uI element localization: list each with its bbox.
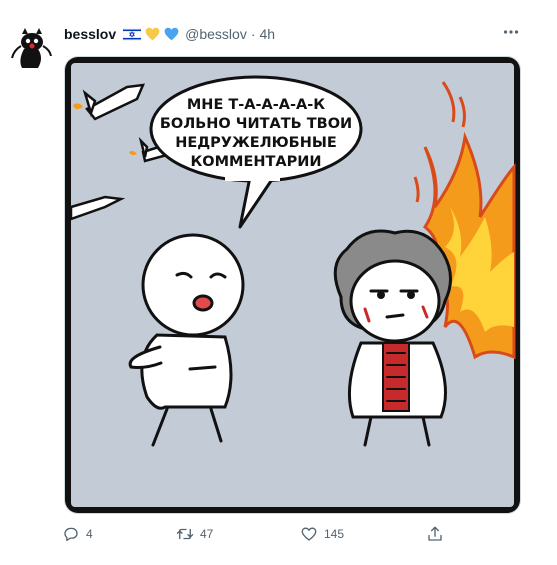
retweet-count: 47 bbox=[200, 527, 214, 541]
share-icon bbox=[428, 526, 442, 541]
avatar[interactable] bbox=[8, 24, 54, 70]
cat-avatar-icon bbox=[8, 24, 54, 70]
speech-line-3: НЕДРУЖЕЛЮБНЫЕ bbox=[175, 135, 337, 151]
speech-line-4: КОММЕНТАРИИ bbox=[190, 154, 321, 170]
reply-icon bbox=[64, 527, 78, 542]
speech-line-2: БОЛЬНО ЧИТАТЬ ТВОИ bbox=[160, 116, 352, 132]
user-handle[interactable]: @besslov bbox=[185, 26, 247, 42]
tweet-actions: 4 47 145 bbox=[62, 522, 462, 546]
reply-count: 4 bbox=[86, 527, 93, 541]
separator-dot: · bbox=[250, 26, 256, 42]
retweet-icon bbox=[176, 528, 194, 540]
display-name[interactable]: besslov bbox=[64, 26, 116, 42]
tweet-time[interactable]: 4h bbox=[260, 26, 276, 42]
like-count: 145 bbox=[324, 527, 345, 541]
yellow-heart-icon bbox=[145, 27, 160, 41]
reply-button[interactable]: 4 bbox=[62, 522, 93, 546]
like-icon bbox=[301, 527, 317, 541]
retweet-button[interactable]: 47 bbox=[176, 522, 213, 546]
speech-line-1: МНЕ Т-А-А-А-А-К bbox=[187, 97, 325, 113]
comic-image: МНЕ Т-А-А-А-А-К БОЛЬНО ЧИТАТЬ ТВОИ НЕДРУ… bbox=[65, 57, 520, 513]
more-horizontal-icon[interactable] bbox=[496, 20, 526, 44]
like-button[interactable]: 145 bbox=[300, 522, 344, 546]
flag-israel-icon bbox=[123, 27, 142, 41]
share-button[interactable] bbox=[426, 522, 444, 546]
tweet-header: besslov @besslov · 4h bbox=[64, 25, 275, 43]
tweet-media[interactable]: МНЕ Т-А-А-А-А-К БОЛЬНО ЧИТАТЬ ТВОИ НЕДРУ… bbox=[64, 56, 521, 514]
blue-heart-icon bbox=[164, 27, 179, 41]
tweet: besslov @besslov · 4h МНЕ Т-А-А-А-А-К БО… bbox=[0, 0, 557, 565]
